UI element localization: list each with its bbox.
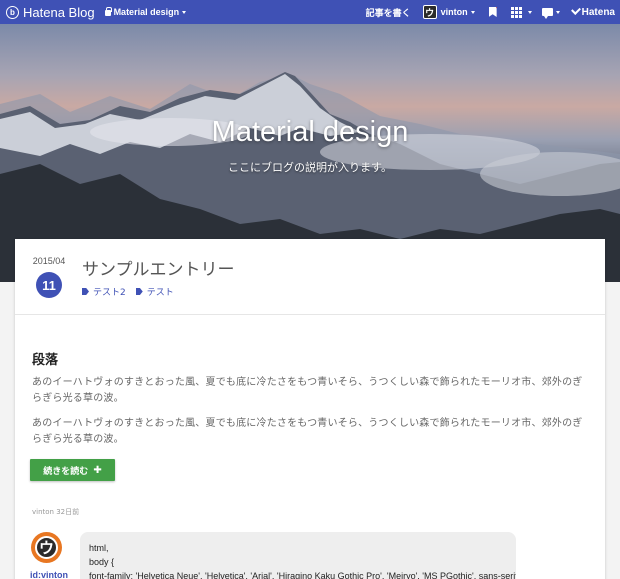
comment-author-avatar[interactable]: ウ xyxy=(31,532,62,563)
tag-icon xyxy=(82,288,89,295)
message-icon xyxy=(541,8,553,19)
entry-title[interactable]: サンプルエントリー xyxy=(82,255,235,280)
chevron-down-icon xyxy=(182,10,187,14)
read-more-label: 続きを読む xyxy=(43,466,89,477)
lock-icon xyxy=(104,7,112,16)
user-name: vinton xyxy=(440,7,468,17)
entry-categories: テスト2 テスト xyxy=(82,285,184,298)
avatar-glyph: ウ xyxy=(35,536,58,559)
category-link[interactable]: テスト xyxy=(135,285,174,298)
logo-text: Hatena Blog xyxy=(23,4,95,20)
blog-title[interactable]: Material design xyxy=(0,116,620,149)
entry-divider xyxy=(15,314,605,315)
chevron-down-icon xyxy=(470,10,475,14)
entry-date-day-badge: 11 xyxy=(36,272,62,298)
entry-meta: vinton 32日前 xyxy=(32,508,80,516)
comment-line: font-family: 'Helvetica Neue', 'Helvetic… xyxy=(89,571,516,579)
global-header: b Hatena Blog Material design 記事を書く ウ vi… xyxy=(0,0,620,24)
entry-card: 2015/04 11 サンプルエントリー テスト2 テスト 段落 あのイーハトヴ… xyxy=(15,239,605,579)
comment-line: html, xyxy=(89,543,109,553)
hatena-label: Hatena xyxy=(581,6,615,18)
hatena-link[interactable]: Hatena xyxy=(570,5,615,18)
hatena-icon xyxy=(570,5,581,15)
user-menu[interactable]: ウ vinton xyxy=(422,5,475,19)
hatena-blog-logo-icon: b xyxy=(6,5,19,19)
comment-line: body { xyxy=(89,557,115,567)
entry-paragraph: あのイーハトヴォのすきとおった風、夏でも底に冷たさをもつ青いそら、うつくしい森で… xyxy=(32,377,583,404)
category-link[interactable]: テスト2 xyxy=(82,285,126,298)
blog-name: Material design xyxy=(113,7,180,17)
blog-switcher[interactable]: Material design xyxy=(104,7,187,17)
tag-icon xyxy=(135,288,143,295)
hatena-blog-logo[interactable]: b Hatena Blog xyxy=(6,5,95,20)
bookmark-icon[interactable] xyxy=(488,7,497,17)
apps-menu[interactable] xyxy=(510,6,532,18)
plus-icon: ✚ xyxy=(93,464,102,476)
entry-paragraph: あのイーハトヴォのすきとおった風、夏でも底に冷たさをもつ青いそら、うつくしい森で… xyxy=(32,418,583,445)
entry-date: 2015/04 11 xyxy=(32,256,66,298)
read-more-button[interactable]: 続きを読む ✚ xyxy=(30,459,115,481)
entry-date-year-month: 2015/04 xyxy=(32,256,66,266)
chevron-down-icon xyxy=(555,10,560,14)
blog-description: ここにブログの説明が入ります。 xyxy=(228,161,392,174)
user-avatar: ウ xyxy=(422,5,437,19)
comment-author-id[interactable]: id:vinton xyxy=(30,570,68,579)
category-label: テスト xyxy=(146,288,174,298)
category-label: テスト2 xyxy=(93,288,126,298)
entry-section-heading: 段落 xyxy=(32,353,59,368)
comment-bubble: html, body { font-family: 'Helvetica Neu… xyxy=(80,532,516,579)
messages-menu[interactable] xyxy=(532,8,560,19)
write-entry-link[interactable]: 記事を書く xyxy=(366,6,411,19)
apps-grid-icon xyxy=(510,6,522,18)
